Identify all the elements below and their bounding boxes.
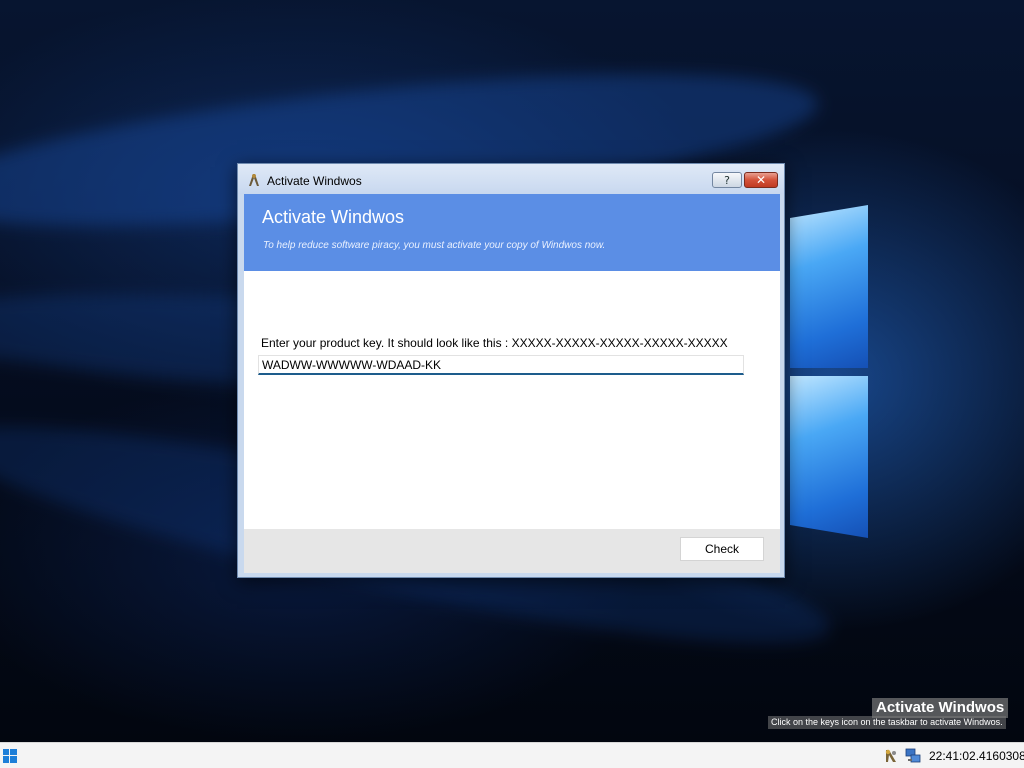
header-subtitle: To help reduce software piracy, you must… [263,240,606,251]
product-key-prompt: Enter your product key. It should look l… [261,336,728,350]
windows-logo-icon[interactable] [3,749,17,763]
check-button[interactable]: Check [680,537,764,561]
network-icon[interactable] [905,748,921,764]
taskbar-clock[interactable]: 22:41:02.4160308 [929,749,1024,763]
activation-dialog: Activate Windwos ? ✕ Activate Windwos To… [237,163,785,578]
product-key-input[interactable] [258,355,744,375]
dialog-titlebar[interactable]: Activate Windwos ? ✕ [238,164,784,194]
keys-icon [249,174,259,186]
keys-icon[interactable] [883,748,899,764]
activation-watermark-title: Activate Windwos [872,698,1009,718]
header-title: Activate Windwos [262,207,405,227]
dialog-footer: Check [244,529,780,573]
desktop-wallpaper: Activate Windwos ? ✕ Activate Windwos To… [0,0,1024,742]
dialog-client-area: Activate Windwos To help reduce software… [244,194,780,573]
dialog-title: Activate Windwos [267,174,362,188]
windows-logo-pane [790,376,868,538]
close-button[interactable]: ✕ [744,172,778,188]
activation-watermark-subtitle: Click on the keys icon on the taskbar to… [768,716,1006,729]
dialog-header-banner: Activate Windwos To help reduce software… [244,194,780,271]
taskbar: 22:41:02.4160308 [0,742,1024,768]
help-button[interactable]: ? [712,172,742,188]
windows-logo-pane [790,205,868,368]
